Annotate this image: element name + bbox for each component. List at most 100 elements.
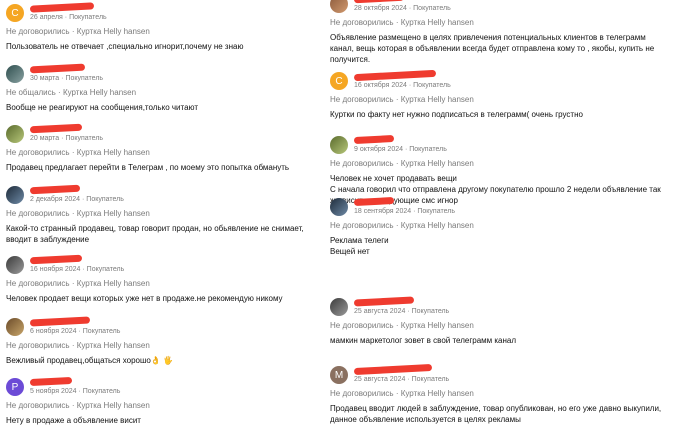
review-date: 26 апреля — [30, 14, 63, 21]
reviewer-role: Покупатель — [65, 75, 104, 82]
deal-status: Не общались — [6, 88, 56, 97]
review-card: Р 5 ноября 2024 · Покупатель Не договорили… — [6, 376, 322, 430]
review-status-line: Не договорились · Куртка Helly hansen — [330, 221, 474, 230]
separator: · — [69, 341, 77, 350]
deal-status: Не договорились — [6, 27, 70, 36]
redacted-name — [29, 63, 86, 74]
avatar[interactable]: С — [330, 72, 348, 90]
reviewer-role: Покупатель — [413, 82, 451, 89]
redacted-name — [29, 376, 73, 387]
redacted-name — [29, 316, 91, 327]
avatar[interactable]: Р — [6, 378, 24, 396]
review-status-line: Не договорились · Куртка Helly hansen — [6, 401, 150, 410]
redacted-name — [353, 296, 415, 307]
item-title[interactable]: Куртка Helly hansen — [77, 27, 150, 36]
redacted-name — [353, 0, 405, 4]
review-card: С 16 октября 2024 · Покупатель Не договори… — [330, 69, 700, 132]
item-title[interactable]: Куртка Helly hansen — [401, 389, 474, 398]
review-card: 9 октября 2024 · Покупатель Не договорили… — [330, 134, 700, 205]
item-title[interactable]: Куртка Helly hansen — [401, 18, 474, 27]
review-meta: 28 октября 2024 · Покупатель — [354, 5, 451, 12]
avatar-letter: С — [335, 75, 343, 87]
deal-status: Не договорились — [6, 148, 70, 157]
item-title[interactable]: Куртка Helly hansen — [401, 159, 474, 168]
reviewer-role: Покупатель — [82, 328, 121, 335]
dark-photo-icon[interactable] — [330, 136, 348, 154]
landscape-photo-icon[interactable] — [330, 298, 348, 316]
review-card: 20 марта · Покупатель Не договорились · К… — [6, 123, 322, 185]
review-meta: 25 августа 2024 · Покупатель — [354, 308, 449, 315]
review-date: 16 октября 2024 — [354, 82, 407, 89]
reviewer-role: Покупатель — [409, 146, 447, 153]
redacted-name — [29, 184, 81, 195]
item-title[interactable]: Куртка Helly hansen — [401, 321, 474, 330]
item-title[interactable]: Куртка Helly hansen — [63, 88, 136, 97]
review-date: 16 ноября 2024 — [30, 266, 81, 273]
avatar-letter: Р — [11, 381, 19, 393]
review-status-line: Не договорились · Куртка Helly hansen — [330, 18, 474, 27]
deal-status: Не договорились — [330, 389, 394, 398]
item-title[interactable]: Куртка Helly hansen — [77, 209, 150, 218]
item-title[interactable]: Куртка Helly hansen — [77, 401, 150, 410]
reviewer-role: Покупатель — [65, 135, 104, 142]
review-text: Продавец вводит людей в заблуждение, тов… — [330, 404, 662, 424]
review-status-line: Не общались · Куртка Helly hansen — [6, 88, 136, 97]
review-date: 18 сентября 2024 — [354, 208, 412, 215]
review-card: 2 декабря 2024 · Покупатель Не договорили… — [6, 184, 322, 246]
deal-status: Не договорились — [330, 18, 394, 27]
separator: · — [69, 401, 77, 410]
review-card: 18 сентября 2024 · Покупатель Не договори… — [330, 196, 700, 258]
review-meta: 20 марта · Покупатель — [30, 135, 103, 142]
item-title[interactable]: Куртка Helly hansen — [77, 341, 150, 350]
separator: · — [393, 221, 401, 230]
deal-status: Не договорились — [330, 221, 394, 230]
item-title[interactable]: Куртка Helly hansen — [77, 148, 150, 157]
review-status-line: Не договорились · Куртка Helly hansen — [330, 321, 474, 330]
item-title[interactable]: Куртка Helly hansen — [401, 221, 474, 230]
review-date: 9 октября 2024 — [354, 146, 403, 153]
review-meta: 2 декабря 2024 · Покупатель — [30, 196, 124, 203]
separator: · — [69, 279, 77, 288]
review-text: Реклама телеги Вещей нет — [330, 236, 389, 256]
review-text: Человек продает вещи которых уже нет в п… — [6, 294, 283, 303]
review-status-line: Не договорились · Куртка Helly hansen — [6, 148, 150, 157]
review-card: 25 августа 2024 · Покупатель Не договорил… — [330, 296, 700, 358]
deal-status: Не договорились — [330, 159, 394, 168]
avatar-letter: С — [11, 7, 19, 19]
redacted-name — [29, 123, 83, 134]
review-date: 28 октября 2024 — [354, 5, 407, 12]
avatar[interactable]: С — [6, 4, 24, 22]
review-card: М 25 августа 2024 · Покупатель Не договори… — [330, 363, 700, 426]
review-text: Продавец предлагает перейти в Телеграм ,… — [6, 163, 290, 172]
avatar[interactable]: М — [330, 366, 348, 384]
landscape-photo-icon[interactable] — [330, 0, 348, 13]
review-text: Вообще не реагируют на сообщения,только … — [6, 103, 199, 112]
review-text: Нету в продаже а объявление висит — [6, 416, 141, 425]
redacted-name — [353, 134, 395, 145]
item-title[interactable]: Куртка Helly hansen — [77, 279, 150, 288]
review-meta: 18 сентября 2024 · Покупатель — [354, 208, 455, 215]
deal-status: Не договорились — [6, 279, 70, 288]
photo-icon[interactable] — [6, 186, 24, 204]
review-date: 30 марта — [30, 75, 60, 82]
reviewer-role: Покупатель — [413, 5, 451, 12]
review-card: 6 ноября 2024 · Покупатель Не договорилис… — [6, 316, 322, 378]
person-photo-icon[interactable] — [6, 65, 24, 83]
review-card: С 26 апреля · Покупатель Не договорились ·… — [6, 2, 322, 64]
separator: · — [69, 148, 77, 157]
reviewer-role: Покупатель — [411, 308, 450, 315]
separator: · — [393, 18, 401, 27]
review-text: мамкин маркетолог зовет в свой телеграмм… — [330, 336, 517, 345]
avatar-letter: М — [334, 369, 344, 381]
separator: · — [69, 209, 77, 218]
person-photo-icon[interactable] — [330, 198, 348, 216]
deal-status: Не договорились — [6, 341, 70, 350]
review-text: Куртки по факту нет нужно подписаться в … — [330, 110, 583, 119]
deal-status: Не договорились — [330, 95, 394, 104]
landscape-photo-icon[interactable] — [6, 256, 24, 274]
item-title[interactable]: Куртка Helly hansen — [401, 95, 474, 104]
deal-status: Не договорились — [6, 401, 70, 410]
person-photo-icon[interactable] — [6, 318, 24, 336]
review-status-line: Не договорились · Куртка Helly hansen — [6, 27, 150, 36]
person-photo-icon[interactable] — [6, 125, 24, 143]
